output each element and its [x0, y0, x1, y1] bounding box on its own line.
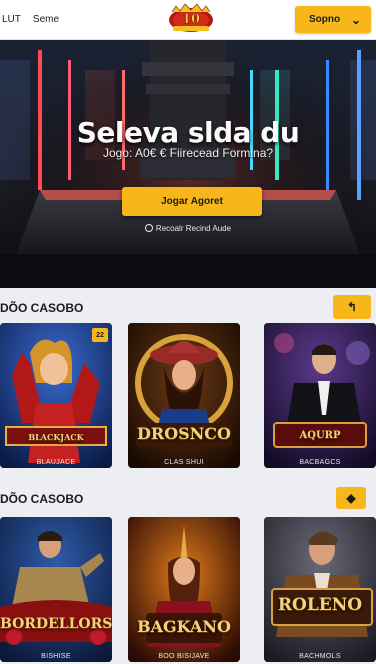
casino-logo[interactable]: 10	[166, 2, 216, 36]
game-card-aqurp[interactable]: AQURP BACBAGCS	[264, 323, 376, 468]
game-caption: BACHMOLS	[299, 653, 341, 660]
logo-text: 10	[182, 12, 200, 27]
return-arrow-icon: ↰	[346, 300, 358, 314]
top-nav: LUT Seme	[0, 12, 61, 27]
section-header-2: DÕO CASOBO ◆	[0, 484, 376, 514]
hero-title: Seleva slda du	[76, 116, 300, 149]
game-caption: BLAUJACE	[36, 459, 76, 466]
hero-link-label: Recoalr Recind Aude	[155, 224, 232, 233]
section-title-2: DÕO CASOBO	[0, 492, 84, 506]
play-now-button[interactable]: Jogar Agoret	[122, 187, 262, 216]
hero-background	[0, 40, 376, 288]
hero-banner: Seleva slda du Jogo: A0€ € Fiirecead For…	[0, 40, 376, 288]
game-brand: BORDELLORS	[0, 616, 112, 632]
game-card-bordellors[interactable]: BORDELLORS BISHISE	[0, 517, 112, 662]
game-caption: BACBAGCS	[299, 459, 341, 466]
top-cta-label: Sopno	[309, 14, 341, 25]
game-brand: ROLENO	[277, 595, 363, 615]
section-2-scroll-button[interactable]: ◆	[336, 487, 366, 509]
page: LUT Seme 10 Sopno ⌄ Seleva slda du Jogo:…	[0, 0, 376, 664]
game-caption: CLAS SHUI	[164, 459, 204, 466]
hot-badge: 22	[92, 328, 108, 342]
section-header-1: DÕO CASOBO ↰	[0, 293, 376, 323]
top-cta-button[interactable]: Sopno ⌄	[295, 6, 371, 33]
game-brand: BLACKJACK	[28, 432, 84, 442]
section-1-scroll-button[interactable]: ↰	[333, 295, 371, 319]
section-title-1: DÕO CASOBO	[0, 301, 84, 315]
hero-subtitle: Jogo: A0€ € Fiirecead Formina?	[102, 146, 274, 160]
game-card-roleno[interactable]: ROLENO BACHMOLS	[264, 517, 376, 662]
diamond-icon: ◆	[346, 491, 356, 505]
game-card-blackjack[interactable]: 22 BLACKJACK BLAUJACE	[0, 323, 112, 468]
game-card-drosnco[interactable]: DROSNCO CLAS SHUI	[128, 323, 240, 468]
game-brand: AQURP	[299, 430, 341, 441]
game-caption: BISHISE	[41, 653, 71, 660]
nav-item-lut[interactable]: LUT	[0, 12, 23, 27]
top-bar: LUT Seme 10 Sopno ⌄	[0, 0, 376, 40]
info-icon	[144, 224, 153, 232]
game-brand: DROSNCO	[137, 424, 231, 443]
chevron-down-icon: ⌄	[350, 12, 361, 27]
game-card-bagkano[interactable]: BAGKANO BOO BISIJAVE	[128, 517, 240, 662]
game-brand: BAGKANO	[137, 617, 231, 636]
game-caption: BOO BISIJAVE	[158, 653, 210, 660]
hero-secondary-link[interactable]: Recoalr Recind Aude	[0, 224, 376, 233]
nav-item-seme[interactable]: Seme	[31, 12, 61, 27]
